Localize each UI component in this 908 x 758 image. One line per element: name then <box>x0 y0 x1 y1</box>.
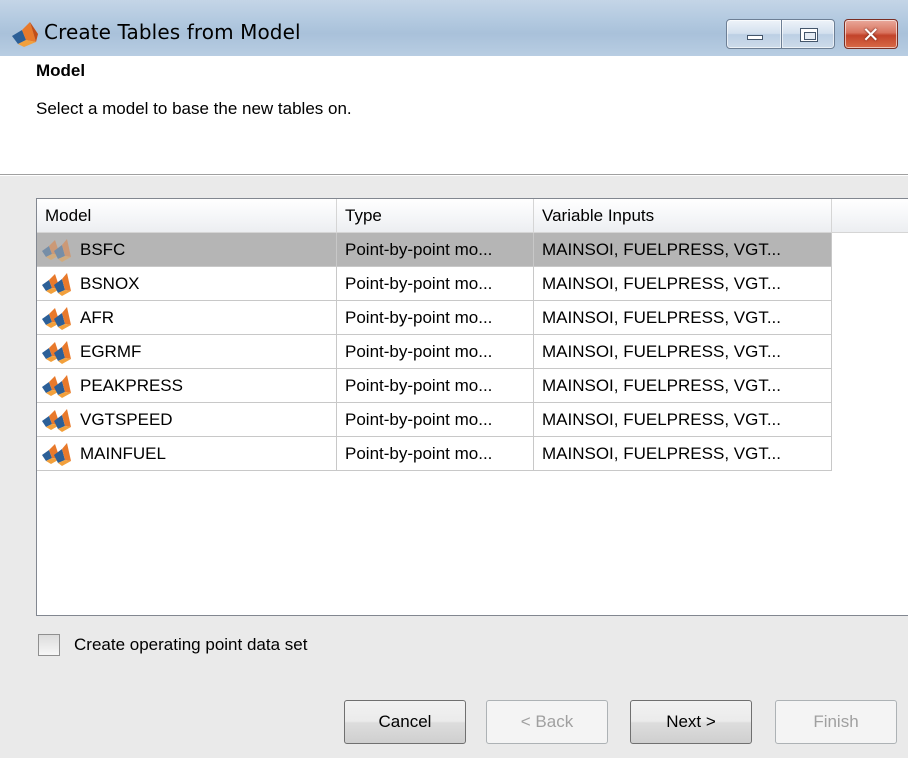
model-icon <box>42 374 71 398</box>
table-row[interactable]: EGRMF Point-by-point mo... MAINSOI, FUEL… <box>37 335 837 369</box>
close-icon: ✕ <box>862 23 880 47</box>
table-row[interactable]: MAINFUEL Point-by-point mo... MAINSOI, F… <box>37 437 837 471</box>
model-table[interactable]: Model Type Variable Inputs BSFC Point-by… <box>36 198 908 616</box>
back-button[interactable]: < Back <box>486 700 608 744</box>
model-cell: VGTSPEED <box>37 403 337 437</box>
model-icon <box>42 408 71 432</box>
type-cell: Point-by-point mo... <box>337 403 534 437</box>
minimize-icon <box>747 35 763 40</box>
column-header-filler <box>832 199 908 233</box>
create-operating-point-option: Create operating point data set <box>38 634 307 656</box>
table-row[interactable]: BSNOX Point-by-point mo... MAINSOI, FUEL… <box>37 267 837 301</box>
window-title: Create Tables from Model <box>44 20 301 44</box>
variable-inputs-cell: MAINSOI, FUELPRESS, VGT... <box>534 267 832 301</box>
type-cell: Point-by-point mo... <box>337 233 534 267</box>
type-cell: Point-by-point mo... <box>337 301 534 335</box>
table-body: BSFC Point-by-point mo... MAINSOI, FUELP… <box>37 233 837 471</box>
variable-inputs-cell: MAINSOI, FUELPRESS, VGT... <box>534 403 832 437</box>
table-row[interactable]: BSFC Point-by-point mo... MAINSOI, FUELP… <box>37 233 837 267</box>
minimize-button[interactable] <box>726 19 782 49</box>
model-name: EGRMF <box>80 342 142 361</box>
type-cell: Point-by-point mo... <box>337 267 534 301</box>
create-operating-point-checkbox[interactable] <box>38 634 60 656</box>
table-row[interactable]: PEAKPRESS Point-by-point mo... MAINSOI, … <box>37 369 837 403</box>
model-name: VGTSPEED <box>80 410 173 429</box>
model-name: BSNOX <box>80 274 140 293</box>
table-row[interactable]: AFR Point-by-point mo... MAINSOI, FUELPR… <box>37 301 837 335</box>
maximize-icon <box>800 28 818 42</box>
matlab-logo-icon <box>12 22 38 47</box>
model-name: MAINFUEL <box>80 444 166 463</box>
dialog-window: Create Tables from Model ✕ Model Select … <box>0 0 908 758</box>
maximize-button[interactable] <box>781 19 835 49</box>
type-cell: Point-by-point mo... <box>337 437 534 471</box>
title-bar[interactable]: Create Tables from Model ✕ <box>0 0 908 56</box>
cancel-button[interactable]: Cancel <box>344 700 466 744</box>
model-icon <box>42 272 71 296</box>
type-cell: Point-by-point mo... <box>337 369 534 403</box>
step-title: Model <box>36 61 86 80</box>
model-cell: AFR <box>37 301 337 335</box>
model-cell: PEAKPRESS <box>37 369 337 403</box>
column-header-variable-inputs[interactable]: Variable Inputs <box>534 199 832 233</box>
next-button[interactable]: Next > <box>630 700 752 744</box>
model-icon <box>42 238 71 262</box>
variable-inputs-cell: MAINSOI, FUELPRESS, VGT... <box>534 369 832 403</box>
create-operating-point-label[interactable]: Create operating point data set <box>74 635 307 655</box>
model-name: BSFC <box>80 240 126 259</box>
table-row[interactable]: VGTSPEED Point-by-point mo... MAINSOI, F… <box>37 403 837 437</box>
model-cell: BSFC <box>37 233 337 267</box>
variable-inputs-cell: MAINSOI, FUELPRESS, VGT... <box>534 233 832 267</box>
table-header: Model Type Variable Inputs <box>37 199 908 233</box>
model-cell: BSNOX <box>37 267 337 301</box>
finish-button[interactable]: Finish <box>775 700 897 744</box>
variable-inputs-cell: MAINSOI, FUELPRESS, VGT... <box>534 301 832 335</box>
wizard-header: Model Select a model to base the new tab… <box>0 56 908 174</box>
model-icon <box>42 306 71 330</box>
column-header-model[interactable]: Model <box>37 199 337 233</box>
model-name: PEAKPRESS <box>80 376 183 395</box>
type-cell: Point-by-point mo... <box>337 335 534 369</box>
model-icon <box>42 340 71 364</box>
column-header-type[interactable]: Type <box>337 199 534 233</box>
model-icon <box>42 442 71 466</box>
model-cell: EGRMF <box>37 335 337 369</box>
model-cell: MAINFUEL <box>37 437 337 471</box>
variable-inputs-cell: MAINSOI, FUELPRESS, VGT... <box>534 437 832 471</box>
header-divider <box>0 174 908 176</box>
variable-inputs-cell: MAINSOI, FUELPRESS, VGT... <box>534 335 832 369</box>
close-button[interactable]: ✕ <box>844 19 898 49</box>
step-description: Select a model to base the new tables on… <box>36 99 352 118</box>
model-name: AFR <box>80 308 114 327</box>
